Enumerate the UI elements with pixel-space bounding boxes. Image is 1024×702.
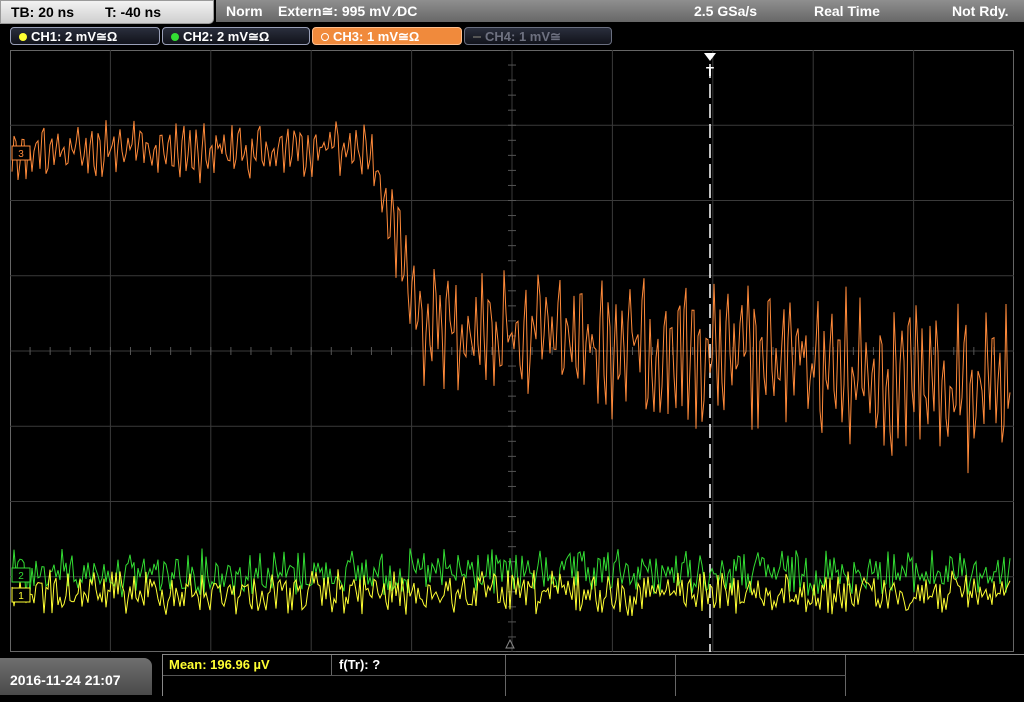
channel-1-offset-marker-icon[interactable]: 1	[11, 587, 31, 603]
measurement-table[interactable]: Mean: 196.96 µV f(Tr): ?	[162, 654, 1024, 696]
channel-3-button[interactable]: CH3: 1 mV≅Ω	[312, 27, 462, 45]
trigger-offset-label: T: -40 ns	[105, 4, 162, 20]
timebase-label: TB: 20 ns	[11, 4, 75, 20]
sample-rate: 2.5 GSa/s	[694, 3, 758, 19]
trigger-mode: Norm	[226, 3, 263, 19]
frequency-value: f(Tr): ?	[339, 657, 381, 672]
channel-2-label: CH2: 2 mV≅Ω	[183, 29, 270, 44]
channel-1-dot-icon	[19, 33, 27, 41]
measurement-cell-freq[interactable]: f(Tr): ?	[331, 655, 506, 675]
channel-1-button[interactable]: CH1: 2 mV≅Ω	[10, 27, 160, 45]
acquisition-status: Not Rdy.	[952, 3, 1009, 19]
trigger-box[interactable]: Norm Extern≅: 995 mV ⁄DC 2.5 GSa/s Real …	[216, 0, 1024, 22]
horizontal-center-icon	[505, 638, 515, 649]
channel-2-offset-marker-icon[interactable]: 2	[11, 567, 31, 583]
graticule	[10, 50, 1014, 652]
trigger-position-arrow-icon[interactable]	[704, 53, 716, 61]
datetime-box: 2016-11-24 21:07	[0, 658, 152, 695]
datetime-label: 2016-11-24 21:07	[10, 672, 121, 688]
top-status-bar: TB: 20 ns T: -40 ns Norm Extern≅: 995 mV…	[0, 0, 1024, 24]
measurement-cell-6[interactable]	[505, 675, 676, 696]
channel-4-button[interactable]: CH4: 1 mV≅	[464, 27, 612, 45]
channel-2-dot-icon	[171, 33, 179, 41]
measurement-cell-7[interactable]	[675, 675, 846, 696]
mean-value: Mean: 196.96 µV	[169, 657, 270, 672]
trigger-source: Extern≅: 995 mV ⁄DC	[278, 3, 418, 19]
channel-3-label: CH3: 1 mV≅Ω	[333, 29, 420, 44]
timebase-box[interactable]: TB: 20 ns T: -40 ns	[0, 0, 214, 24]
acquisition-mode: Real Time	[814, 3, 880, 19]
measurement-cell-5[interactable]	[163, 675, 506, 696]
channel-3-trace	[11, 120, 1011, 474]
channel-2-button[interactable]: CH2: 2 mV≅Ω	[162, 27, 310, 45]
waveform-display[interactable]: T 3 2 1	[10, 50, 1014, 652]
channel-bar: CH1: 2 mV≅Ω CH2: 2 mV≅Ω CH3: 1 mV≅Ω CH4:…	[0, 24, 1024, 48]
measurement-cell-mean[interactable]: Mean: 196.96 µV	[163, 655, 332, 675]
channel-4-off-icon	[473, 36, 481, 38]
waveform-svg: T 3 2 1	[10, 50, 1014, 652]
channel-3-dot-icon	[321, 33, 329, 41]
channel-1-label: CH1: 2 mV≅Ω	[31, 29, 118, 44]
channel-4-label: CH4: 1 mV≅	[485, 29, 561, 44]
channel-3-offset-marker-icon[interactable]: 3	[11, 145, 31, 161]
svg-text:3: 3	[18, 149, 24, 160]
trigger-marker-label: T	[706, 64, 714, 79]
svg-text:1: 1	[18, 591, 24, 602]
measurement-cell-3[interactable]	[505, 655, 676, 675]
measurement-footer: 2016-11-24 21:07 Mean: 196.96 µV f(Tr): …	[0, 654, 1024, 696]
measurement-cell-4[interactable]	[675, 655, 846, 675]
svg-text:2: 2	[18, 571, 24, 582]
